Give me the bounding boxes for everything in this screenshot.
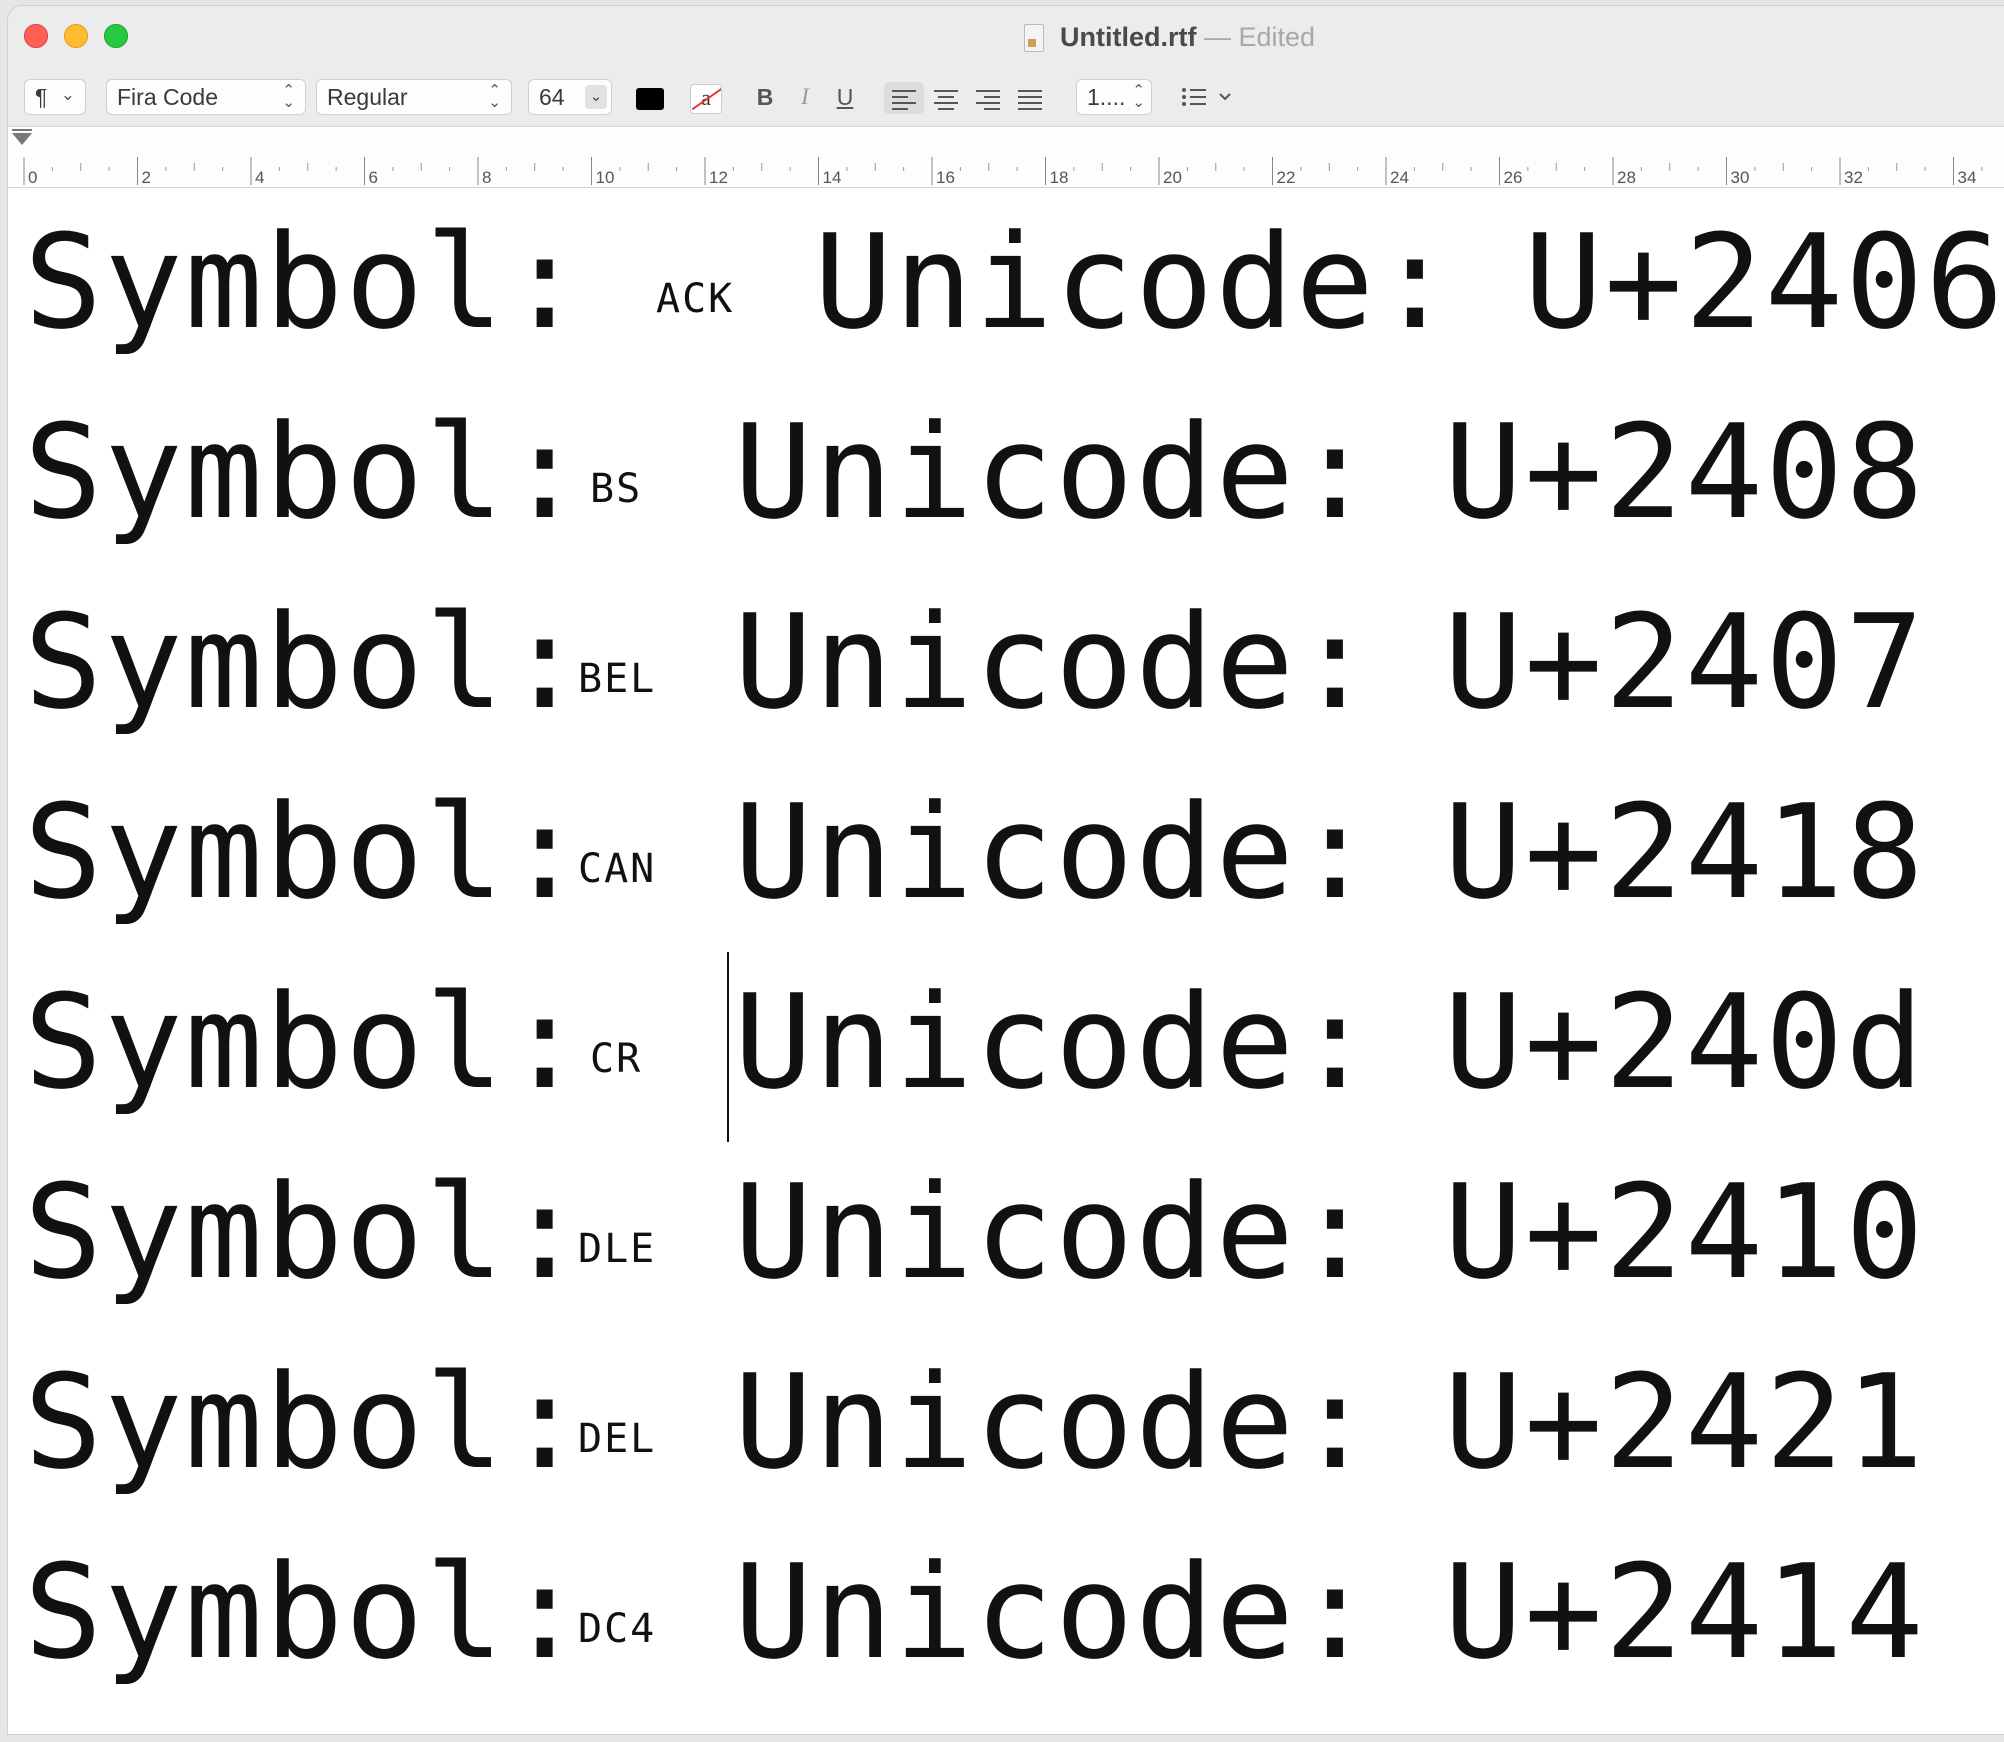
list-bullets-popup[interactable]: [1178, 82, 1238, 112]
control-picture-glyph: BS: [590, 466, 643, 512]
bold-button[interactable]: B: [750, 82, 780, 112]
ruler-scale: 0 2 4 6 8 10 12 14 16 18 20 22 24 26 28 30 32 34: [12, 129, 1983, 187]
edited-status[interactable]: Edited: [1239, 22, 1316, 52]
unicode-code-point: U+2408: [1444, 396, 1926, 548]
list-icon: [1182, 88, 1231, 106]
ruler-tick-label: 24: [1390, 168, 1409, 187]
title-bar: Untitled.rtf — Edited: [8, 6, 2004, 72]
unicode-label: Unicode:: [734, 1346, 1377, 1498]
chevron-down-icon: ⌄: [60, 85, 75, 104]
zoom-window-button[interactable]: [104, 24, 128, 48]
line-spacing-popup[interactable]: 1.... ⌃ ⌄: [1076, 79, 1152, 115]
align-justify-button[interactable]: [1010, 82, 1050, 114]
ruler-tick-label: 26: [1504, 168, 1523, 187]
symbol-label: Symbol:: [24, 206, 586, 358]
font-family-popup[interactable]: Fira Code ⌃ ⌄: [106, 79, 306, 115]
unicode-label: Unicode:: [734, 1156, 1377, 1308]
ruler-tick-label: 16: [936, 168, 955, 187]
ruler[interactable]: 0 2 4 6 8 10 12 14 16 18 20 22 24 26 28 30 32 34: [8, 126, 2004, 188]
symbol-label: Symbol:: [24, 1346, 586, 1498]
text-color-well[interactable]: [636, 88, 664, 110]
unicode-label: Unicode:: [734, 776, 1377, 928]
font-size-value: 64: [539, 84, 565, 110]
ruler-tick-label: 6: [369, 168, 378, 187]
paragraph-style-popup[interactable]: ¶ ⌄: [24, 79, 86, 115]
line-spacing-value: 1....: [1087, 84, 1126, 110]
alignment-control: [884, 82, 1060, 114]
chevron-down-icon[interactable]: ⌄: [585, 85, 607, 109]
control-picture-glyph: BEL: [578, 656, 657, 702]
ruler-tick-label: 8: [482, 168, 491, 187]
ruler-tick-label: 34: [1958, 168, 1977, 187]
ruler-tick-label: 22: [1277, 168, 1296, 187]
symbol-label: Symbol:: [24, 396, 586, 548]
control-picture-glyph: DEL: [578, 1416, 657, 1462]
document-name: Untitled.rtf: [1060, 22, 1197, 52]
window-title: Untitled.rtf — Edited: [1060, 22, 1315, 53]
minimize-window-button[interactable]: [64, 24, 88, 48]
unicode-code-point: U+2414: [1444, 1536, 1926, 1688]
no-color-icon: a: [701, 85, 711, 110]
unicode-label: Unicode:: [734, 396, 1377, 548]
ruler-tick-label: 30: [1731, 168, 1750, 187]
unicode-label: Unicode:: [734, 586, 1377, 738]
indent-marker[interactable]: [12, 129, 32, 131]
control-picture-glyph: DLE: [578, 1226, 657, 1272]
textedit-window: Untitled.rtf — Edited ¶ ⌄ Fira Code ⌃ ⌄ R…: [8, 6, 2004, 1734]
unicode-label: Unicode:: [734, 1536, 1377, 1688]
italic-button[interactable]: I: [790, 82, 820, 112]
ruler-tick-label: 28: [1617, 168, 1636, 187]
updown-chevron-icon: ⌃ ⌄: [282, 82, 295, 111]
symbol-label: Symbol:: [24, 1156, 586, 1308]
control-picture-glyph: CAN: [578, 846, 657, 892]
align-center-button[interactable]: [926, 82, 966, 114]
ruler-tick-label: 12: [709, 168, 728, 187]
underline-button[interactable]: U: [830, 82, 860, 112]
updown-chevron-icon: ⌃ ⌄: [488, 82, 501, 111]
ruler-tick-label: 2: [142, 168, 151, 187]
font-style-popup[interactable]: Regular ⌃ ⌄: [316, 79, 512, 115]
document-proxy-icon[interactable]: [1024, 24, 1044, 52]
ruler-tick-label: 20: [1163, 168, 1182, 187]
symbol-label: Symbol:: [24, 966, 586, 1118]
ruler-tick-label: 32: [1844, 168, 1863, 187]
align-left-button[interactable]: [884, 82, 924, 114]
text-insertion-caret: [727, 952, 729, 1142]
align-right-button[interactable]: [968, 82, 1008, 114]
control-picture-glyph: CR: [590, 1036, 643, 1082]
format-toolbar: ¶ ⌄ Fira Code ⌃ ⌄ Regular ⌃ ⌄ 64 ⌄ a B I U: [8, 72, 2004, 126]
symbol-label: Symbol:: [24, 1536, 586, 1688]
document-text-area[interactable]: Symbol: ACK Unicode: U+2406 Symbol: BS Unicode…: [8, 188, 2004, 1734]
font-family-value: Fira Code: [117, 84, 218, 110]
ruler-tick-label: 18: [1050, 168, 1069, 187]
font-style-value: Regular: [327, 84, 408, 110]
control-picture-glyph: ACK: [656, 276, 735, 322]
unicode-label: Unicode:: [734, 966, 1377, 1118]
tab-stop-marker[interactable]: [12, 133, 32, 145]
close-window-button[interactable]: [24, 24, 48, 48]
title-separator: —: [1204, 22, 1231, 52]
unicode-code-point: U+2406: [1524, 206, 2004, 358]
ruler-tick-label: 4: [255, 168, 264, 187]
unicode-code-point: U+240d: [1444, 966, 1926, 1118]
font-size-combo[interactable]: 64 ⌄: [528, 79, 612, 115]
ruler-tick-label: 0: [28, 168, 37, 187]
background-color-well[interactable]: a: [690, 84, 722, 114]
unicode-code-point: U+2421: [1444, 1346, 1926, 1498]
symbol-label: Symbol:: [24, 776, 586, 928]
control-picture-glyph: DC4: [578, 1606, 657, 1652]
symbol-label: Symbol:: [24, 586, 586, 738]
unicode-code-point: U+2418: [1444, 776, 1926, 928]
ruler-tick-label: 10: [596, 168, 615, 187]
unicode-label: Unicode:: [814, 206, 1457, 358]
unicode-code-point: U+2407: [1444, 586, 1926, 738]
updown-chevron-icon: ⌃ ⌄: [1132, 82, 1145, 111]
unicode-code-point: U+2410: [1444, 1156, 1926, 1308]
pilcrow-icon: ¶: [35, 84, 48, 110]
ruler-tick-label: 14: [823, 168, 842, 187]
